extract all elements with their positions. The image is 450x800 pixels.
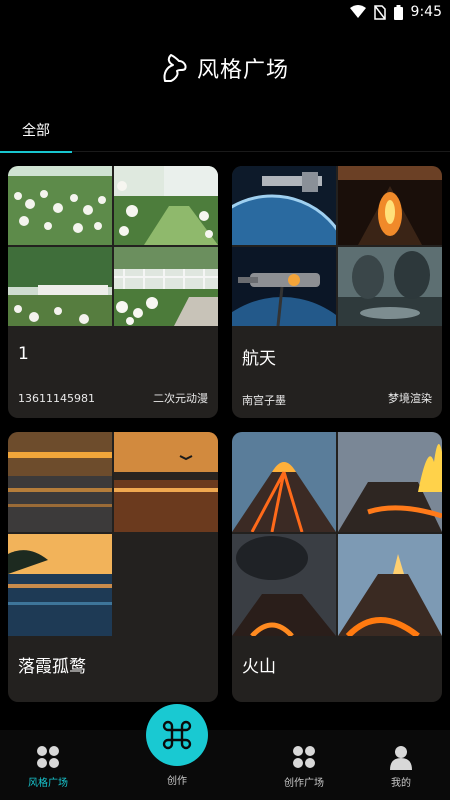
card-image bbox=[232, 247, 336, 326]
card-style-tag: 梦境渲染 bbox=[388, 392, 432, 405]
card-image-grid bbox=[8, 432, 218, 636]
card-author: 南宫子墨 bbox=[242, 394, 286, 407]
card-image bbox=[338, 432, 442, 532]
no-sim-icon bbox=[373, 4, 386, 20]
nav-item-creation-square[interactable]: 创作广场 bbox=[264, 744, 344, 796]
nav-label: 我的 bbox=[391, 778, 411, 789]
card-title: 1 bbox=[18, 344, 29, 364]
card-author: 13611145981 bbox=[18, 392, 95, 405]
card-title: 落霞孤鹜 bbox=[18, 657, 86, 677]
tab-bar: 全部 bbox=[0, 108, 450, 153]
bottom-nav: 风格广场 创作 创作广场 我的 bbox=[0, 700, 450, 800]
style-card[interactable]: 落霞孤鹜 bbox=[8, 432, 218, 702]
tab-active-indicator bbox=[0, 151, 72, 153]
card-image bbox=[232, 432, 336, 532]
card-image bbox=[232, 166, 336, 245]
nav-item-create[interactable]: 创作 bbox=[137, 772, 217, 796]
card-style-tag: 二次元动漫 bbox=[153, 392, 208, 405]
nav-label: 风格广场 bbox=[28, 778, 68, 789]
card-image bbox=[338, 534, 442, 636]
card-title: 航天 bbox=[242, 349, 276, 369]
nav-label: 创作 bbox=[167, 776, 187, 787]
card-image-grid bbox=[8, 166, 218, 326]
style-card[interactable]: 火山 bbox=[232, 432, 442, 702]
card-image bbox=[338, 247, 442, 326]
card-image bbox=[338, 166, 442, 245]
card-image bbox=[8, 432, 112, 532]
status-time: 9:45 bbox=[410, 4, 442, 20]
command-icon bbox=[162, 720, 192, 750]
tab-all-label: 全部 bbox=[22, 123, 50, 139]
tab-all[interactable]: 全部 bbox=[0, 108, 72, 153]
card-image bbox=[114, 432, 218, 532]
page-title: 风格广场 bbox=[196, 58, 289, 83]
status-icons: 9:45 bbox=[349, 4, 442, 20]
nav-label: 创作广场 bbox=[284, 778, 324, 789]
nav-item-style-square[interactable]: 风格广场 bbox=[8, 744, 88, 796]
card-image bbox=[8, 534, 112, 636]
status-bar: 9:45 bbox=[0, 0, 450, 26]
nav-item-mine[interactable]: 我的 bbox=[361, 744, 441, 796]
create-fab-button[interactable] bbox=[146, 704, 208, 766]
grid-icon bbox=[37, 746, 59, 768]
card-image bbox=[8, 247, 112, 326]
page-header: 风格广场 bbox=[0, 48, 450, 88]
battery-icon bbox=[393, 4, 403, 20]
card-title: 火山 bbox=[242, 657, 276, 677]
user-icon bbox=[390, 746, 412, 770]
card-image-grid bbox=[232, 166, 442, 326]
card-image bbox=[8, 166, 112, 245]
grid-icon bbox=[293, 746, 315, 768]
card-image bbox=[114, 247, 218, 326]
style-card[interactable]: 航天 南宫子墨 梦境渲染 bbox=[232, 166, 442, 418]
wifi-icon bbox=[349, 5, 366, 18]
card-image-grid bbox=[232, 432, 442, 636]
style-card[interactable]: 1 13611145981 二次元动漫 bbox=[8, 166, 218, 418]
card-image bbox=[232, 534, 336, 636]
card-image bbox=[114, 166, 218, 245]
horse-logo-icon bbox=[163, 54, 187, 82]
